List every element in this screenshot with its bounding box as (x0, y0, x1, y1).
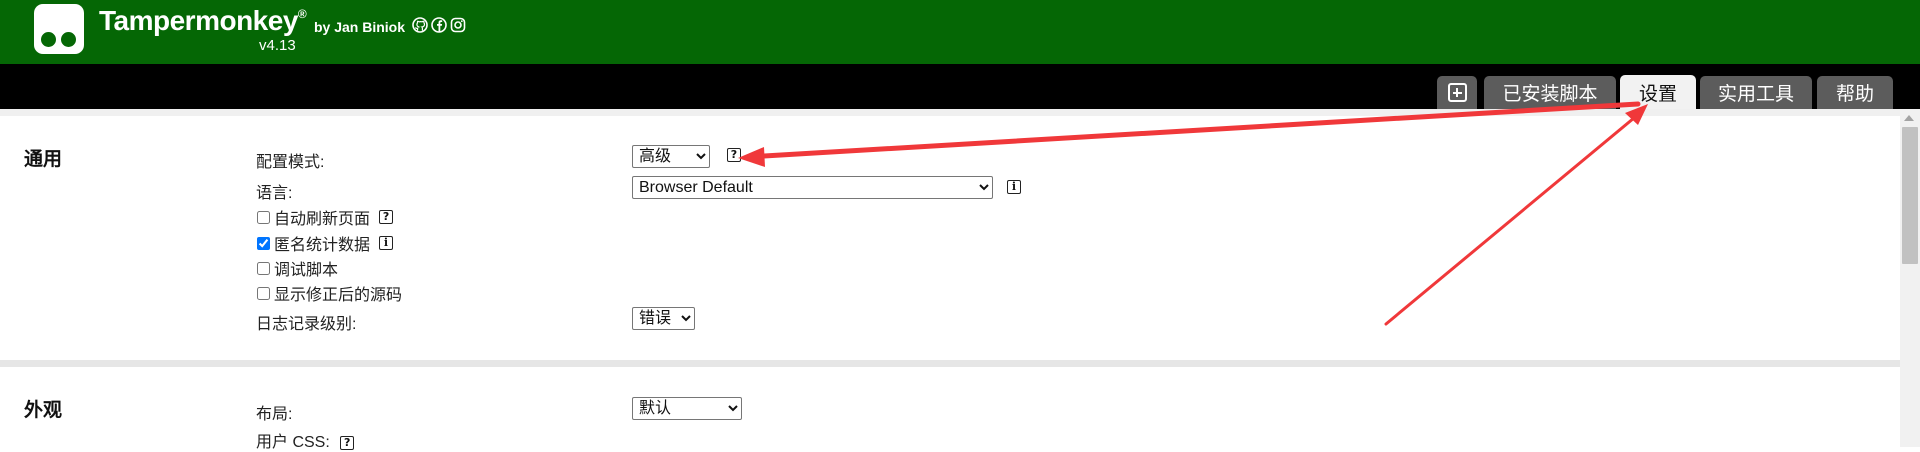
debug-scripts-checkbox-row[interactable]: 调试脚本 (256, 256, 338, 280)
log-level-label: 日志记录级别: (256, 316, 357, 333)
tab-add-script[interactable] (1437, 76, 1477, 109)
section-title-general: 通用 (24, 149, 63, 170)
brand-title: Tampermonkey® (99, 5, 307, 36)
language-label: 语言: (256, 185, 293, 202)
log-level-select[interactable]: 错误 (632, 307, 695, 330)
tab-installed-scripts[interactable]: 已安装脚本 (1484, 76, 1616, 109)
help-icon[interactable]: ? (379, 210, 394, 224)
tab-help[interactable]: 帮助 (1817, 76, 1893, 109)
tampermonkey-logo-icon (34, 4, 84, 54)
auto-reload-checkbox[interactable] (257, 210, 270, 224)
section-title-appearance: 外观 (24, 400, 63, 421)
anon-stats-checkbox-row[interactable]: 匿名统计数据 i (256, 231, 394, 255)
auto-reload-label: 自动刷新页面 (274, 211, 371, 228)
show-fixed-source-checkbox-row[interactable]: 显示修正后的源码 (256, 281, 402, 305)
author-byline: by Jan Biniok (314, 19, 406, 35)
anon-stats-checkbox[interactable] (257, 236, 270, 250)
social-links (412, 17, 466, 33)
scroll-up-arrow-icon[interactable] (1904, 115, 1914, 121)
info-icon[interactable]: i (1007, 180, 1021, 194)
section-divider (0, 360, 1900, 367)
content-top-border (0, 109, 1900, 116)
config-mode-select[interactable]: 高级 (632, 145, 710, 168)
debug-scripts-checkbox[interactable] (257, 261, 270, 275)
scrollbar-thumb[interactable] (1902, 127, 1918, 264)
auto-reload-checkbox-row[interactable]: 自动刷新页面 ? (256, 205, 394, 229)
help-icon[interactable]: ? (340, 435, 355, 450)
layout-label: 布局: (256, 406, 293, 423)
github-icon[interactable] (412, 17, 428, 33)
info-icon[interactable]: i (379, 236, 394, 250)
help-icon[interactable]: ? (727, 148, 741, 162)
facebook-icon[interactable] (431, 17, 447, 33)
tab-settings[interactable]: 设置 (1620, 75, 1696, 109)
show-fixed-source-checkbox[interactable] (257, 286, 270, 300)
debug-scripts-label: 调试脚本 (274, 262, 339, 279)
version-label: v4.13 (259, 37, 296, 54)
layout-select[interactable]: 默认 (632, 397, 742, 420)
user-css-label: 用户 CSS: ? (256, 428, 355, 452)
annotation-arrowhead-to-help-icon (738, 147, 765, 167)
anon-stats-label: 匿名统计数据 (274, 237, 371, 254)
language-select[interactable]: Browser Default (632, 176, 993, 199)
app-header: Tampermonkey® by Jan Biniok v4.13 (0, 0, 1920, 64)
tab-utilities[interactable]: 实用工具 (1700, 76, 1812, 109)
annotation-arrow-to-settings-tab (1384, 111, 1642, 326)
show-fixed-source-label: 显示修正后的源码 (274, 287, 403, 304)
instagram-icon[interactable] (450, 17, 466, 33)
plus-box-icon (1447, 83, 1467, 102)
config-mode-label: 配置模式: (256, 154, 325, 171)
